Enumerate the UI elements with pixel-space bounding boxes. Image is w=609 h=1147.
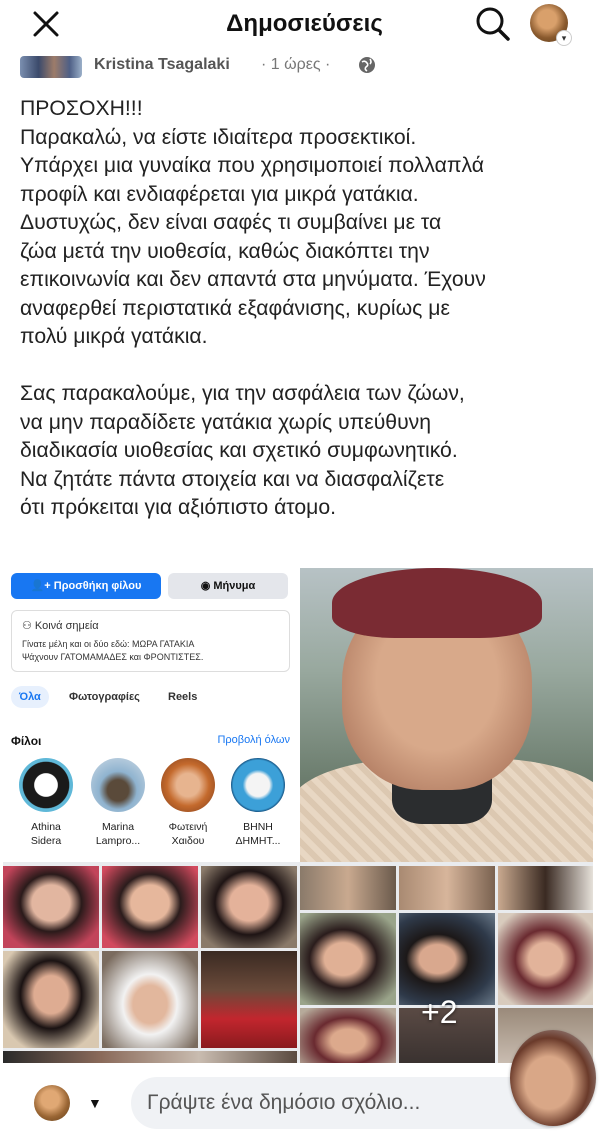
- commenter-avatar[interactable]: [34, 1085, 70, 1121]
- friend-avatar: [91, 758, 145, 812]
- post-header: Kristina Tsagalaki · 1 ώρες ·: [20, 54, 600, 80]
- friend-name: ΒΗΝΗ: [243, 821, 273, 833]
- friend-name: Χαιδου: [171, 835, 205, 847]
- tab-reels: Reels: [168, 691, 198, 703]
- more-photos-count: +2: [421, 994, 458, 1030]
- author-avatar[interactable]: [20, 56, 82, 78]
- grid-photo: [399, 913, 495, 1005]
- grid-photo: [300, 1008, 396, 1063]
- friend-name: Sidera: [30, 835, 62, 847]
- post-line: Δυστυχώς, δεν είναι σαφές τι συμβαίνει μ…: [20, 211, 442, 234]
- post-line: επικοινωνία και δεν απαντά στα μηνύματα.…: [20, 268, 486, 291]
- grid-photo: [498, 866, 593, 910]
- add-friend-button: 👤+ Προσθήκη φίλου: [11, 573, 161, 599]
- grid-photo: [201, 866, 297, 948]
- search-button[interactable]: [474, 5, 512, 43]
- post-timestamp[interactable]: · 1 ώρες ·: [261, 56, 330, 74]
- post-line: ότι πρόκειται για αξιόπιστο άτομο.: [20, 496, 337, 519]
- post-line: προφίλ και ενδιαφέρεται για μικρά γατάκι…: [20, 182, 419, 206]
- friend-name: ΔΗΜΗΤ...: [235, 835, 281, 847]
- grid-photo: [498, 913, 593, 1005]
- comment-input[interactable]: Γράψτε ένα δημόσιο σχόλιο...: [131, 1077, 571, 1129]
- floating-photo-thumbnail[interactable]: [510, 1030, 596, 1126]
- mutual-title: ⚇ Κοινά σημεία: [22, 619, 99, 632]
- post-line: να μην παραδίδετε γατάκια χωρίς υπεύθυνη: [20, 410, 432, 434]
- message-button: ◉ Μήνυμα: [168, 573, 288, 599]
- post-line: Να ζητάτε πάντα στοιχεία και να διασφαλί…: [20, 467, 445, 491]
- search-icon: [476, 7, 510, 41]
- message-label: Μήνυμα: [213, 580, 256, 592]
- friend-name: Lampro...: [95, 835, 141, 847]
- grid-photo: [3, 951, 99, 1048]
- grid-photo: [102, 951, 198, 1048]
- tab-all: Όλα: [11, 686, 49, 708]
- post-body: ΠΡΟΣΟΧΗ!!! Παρακαλώ, να είστε ιδιαίτερα …: [20, 95, 595, 523]
- grid-photo: [3, 866, 99, 948]
- caret-down-icon[interactable]: ▼: [88, 1095, 102, 1111]
- friend-avatar: [19, 758, 73, 812]
- embedded-profile-card: 👤+ Προσθήκη φίλου ◉ Μήνυμα ⚇ Κοινά σημεί…: [3, 568, 300, 862]
- friends-heading: Φίλοι: [11, 734, 42, 748]
- friend-item: Marina Lampro...: [83, 758, 153, 848]
- post-line: Υπάρχει μια γυναίκα που χρησιμοποιεί πολ…: [20, 154, 484, 177]
- mutual-line: Γίνατε μέλη και οι δύο εδώ: ΜΩΡΑ ΓΑΤΑΚΙΑ: [22, 639, 195, 649]
- friend-item: ΒΗΝΗ ΔΗΜΗΤ...: [223, 758, 293, 848]
- grid-photo: [102, 866, 198, 948]
- friend-item: Athina Sidera: [11, 758, 81, 848]
- chevron-down-icon[interactable]: ▾: [556, 30, 572, 46]
- mutual-info-box: ⚇ Κοινά σημεία Γίνατε μέλη και οι δύο εδ…: [11, 610, 290, 672]
- friend-name: Φωτεινή: [168, 821, 208, 833]
- author-name[interactable]: Kristina Tsagalaki: [94, 56, 230, 74]
- post-line: πολύ μικρά γατάκια.: [20, 325, 208, 348]
- post-image[interactable]: 👤+ Προσθήκη φίλου ◉ Μήνυμα ⚇ Κοινά σημεί…: [3, 568, 593, 1063]
- grid-photo: [300, 913, 396, 1005]
- post-line: Σας παρακαλούμε, για την ασφάλεια των ζώ…: [20, 382, 465, 405]
- post-line: διαδικασία υιοθεσίας και σχετικό συμφωνη…: [20, 439, 458, 462]
- add-person-icon: 👤+: [30, 580, 54, 592]
- people-icon: ⚇: [22, 620, 35, 632]
- friend-name: Marina: [101, 821, 135, 833]
- see-all-link: Προβολή όλων: [217, 734, 290, 746]
- add-friend-label: Προσθήκη φίλου: [53, 580, 142, 592]
- grid-photo: [300, 866, 396, 910]
- post-line: αναφερθεί περιστατικά εξαφάνισης, κυρίως…: [20, 296, 450, 320]
- friend-avatar: [231, 758, 285, 812]
- photo-hair: [332, 568, 542, 638]
- globe-icon: [359, 57, 375, 73]
- post-line: ζώα μετά την υιοθεσία, καθώς διακόπτει τ…: [20, 239, 430, 263]
- page-title: Δημοσιεύσεις: [226, 10, 383, 37]
- grid-photo: [399, 866, 495, 910]
- mutual-title-label: Κοινά σημεία: [34, 620, 99, 632]
- tab-photos: Φωτογραφίες: [69, 691, 140, 703]
- friend-avatar: [161, 758, 215, 812]
- post-line: ΠΡΟΣΟΧΗ!!!: [20, 97, 143, 120]
- mutual-line: Ψάχνουν ΓΑΤΟΜΑΜΑΔΕΣ και ΦΡΟΝΤΙΣΤΕΣ.: [22, 652, 204, 662]
- profile-photo: [300, 568, 593, 862]
- messenger-icon: ◉: [200, 580, 214, 592]
- photo-grid-left: [3, 866, 300, 1063]
- friend-name: Athina: [31, 821, 61, 833]
- profile-tabs: Όλα Φωτογραφίες Reels: [11, 686, 291, 708]
- post-line: Παρακαλώ, να είστε ιδιαίτερα προσεκτικοί…: [20, 125, 417, 149]
- top-bar: Δημοσιεύσεις ▾: [0, 0, 609, 48]
- grid-photo-strip: [3, 1051, 297, 1063]
- grid-photo: [201, 951, 297, 1048]
- friend-item: Φωτεινή Χαιδου: [153, 758, 223, 848]
